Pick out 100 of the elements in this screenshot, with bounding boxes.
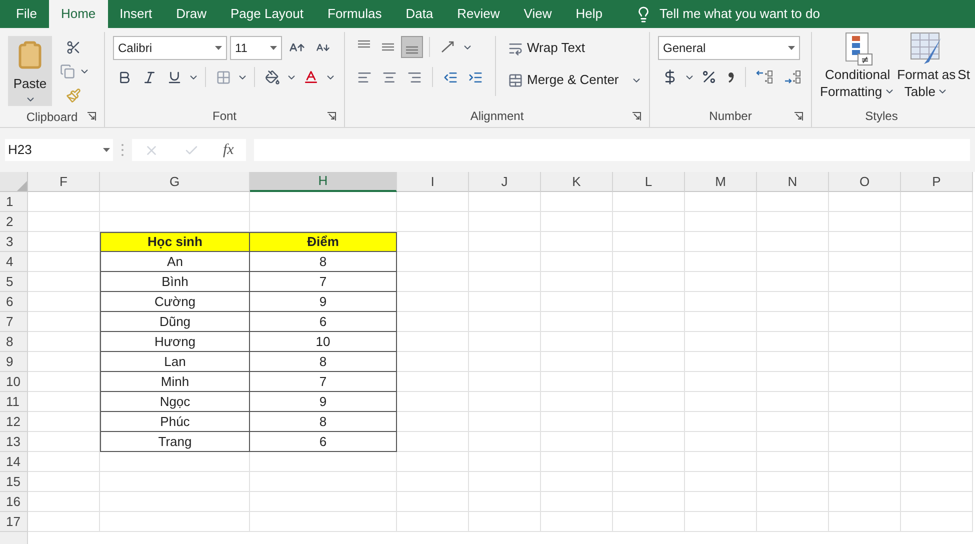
table-cell: 7: [250, 272, 397, 292]
font-size-dropdown[interactable]: 11: [230, 36, 282, 60]
menu-tab[interactable]: Home: [48, 0, 108, 28]
menu-tab[interactable]: File: [4, 0, 49, 28]
name-box[interactable]: H23: [5, 139, 113, 161]
empty-cell: [685, 292, 757, 312]
menu-tab[interactable]: Insert: [108, 0, 164, 28]
font-name-dropdown[interactable]: Calibri: [113, 36, 227, 60]
dropdown-caret-icon[interactable]: [788, 46, 795, 50]
column-header[interactable]: M: [685, 172, 757, 192]
column-header[interactable]: L: [613, 172, 685, 192]
empty-cell: [397, 272, 469, 292]
table-cell: 8: [250, 352, 397, 372]
empty-cell: [901, 212, 973, 232]
bottom-align-icon[interactable]: [401, 36, 423, 58]
dropdown-caret-icon[interactable]: [215, 46, 222, 50]
empty-cell: [901, 452, 973, 472]
empty-cell: [613, 492, 685, 512]
empty-cell: [829, 392, 901, 412]
empty-cell: [901, 512, 973, 532]
column-header[interactable]: F: [28, 172, 100, 192]
empty-cell: [901, 392, 973, 412]
empty-cell: [469, 352, 541, 372]
table-cell: Hương: [100, 332, 250, 352]
group-label: Alignment: [470, 110, 524, 122]
menu-tab[interactable]: Review: [445, 0, 512, 28]
empty-cell: [829, 292, 901, 312]
menu-tab[interactable]: Help: [564, 0, 614, 28]
row-header[interactable]: 16: [0, 492, 28, 512]
empty-cell: [685, 412, 757, 432]
empty-cell: [397, 512, 469, 532]
conditional-formatting-button[interactable]: Conditional Formatting: [820, 32, 896, 100]
row-header[interactable]: 7: [0, 312, 28, 332]
row-header[interactable]: 11: [0, 392, 28, 412]
empty-cell: [685, 252, 757, 272]
insert-function-button[interactable]: fx: [222, 138, 234, 162]
merge-center-button[interactable]: Merge & Center: [504, 68, 623, 92]
empty-cell: [613, 212, 685, 232]
menu-tab[interactable]: View: [512, 0, 564, 28]
number-format-dropdown[interactable]: General: [658, 36, 800, 60]
empty-cell: [541, 312, 613, 332]
row-header[interactable]: 6: [0, 292, 28, 312]
tell-me-search[interactable]: Tell me what you want to do: [660, 4, 820, 24]
table-brush-icon: [909, 32, 944, 66]
dialog-launcher-icon[interactable]: [632, 112, 641, 120]
empty-cell: [469, 272, 541, 292]
row-header[interactable]: 9: [0, 352, 28, 372]
menu-tab[interactable]: Page Layout: [218, 0, 316, 28]
row-header[interactable]: 8: [0, 332, 28, 352]
row-header[interactable]: 1: [0, 192, 28, 212]
empty-cell: [397, 432, 469, 452]
column-header[interactable]: J: [469, 172, 541, 192]
empty-cell: [397, 412, 469, 432]
row-header[interactable]: 17: [0, 512, 28, 532]
empty-cell: [829, 512, 901, 532]
wrap-text-button[interactable]: Wrap Text: [504, 36, 642, 60]
empty-cell: [397, 332, 469, 352]
empty-cell: [901, 232, 973, 252]
row-header[interactable]: 5: [0, 272, 28, 292]
row-header[interactable]: 3: [0, 232, 28, 252]
empty-cell: [901, 352, 973, 372]
empty-cell: [901, 252, 973, 272]
paste-button[interactable]: Paste: [8, 36, 52, 106]
dialog-launcher-icon[interactable]: [87, 112, 96, 121]
corner-triangle-icon: [17, 181, 27, 191]
empty-cell: [397, 492, 469, 512]
dropdown-caret-icon[interactable]: [103, 148, 110, 152]
dropdown-caret-icon[interactable]: [270, 46, 277, 50]
empty-cell: [613, 372, 685, 392]
empty-cell: [397, 292, 469, 312]
table-cell: Ngọc: [100, 392, 250, 412]
menu-tab[interactable]: Formulas: [316, 0, 394, 28]
column-header[interactable]: G: [100, 172, 250, 192]
row-header[interactable]: 10: [0, 372, 28, 392]
column-header[interactable]: O: [829, 172, 901, 192]
column-header[interactable]: P: [901, 172, 973, 192]
row-header[interactable]: 13: [0, 432, 28, 452]
menu-tab[interactable]: Data: [394, 0, 446, 28]
format-as-table-button[interactable]: Format as Table: [897, 32, 956, 100]
row-header[interactable]: 15: [0, 472, 28, 492]
empty-cell: [757, 312, 829, 332]
empty-cell: [613, 512, 685, 532]
row-header[interactable]: 14: [0, 452, 28, 472]
column-header[interactable]: H: [250, 172, 397, 192]
row-header[interactable]: 12: [0, 412, 28, 432]
empty-cell: [541, 252, 613, 272]
dialog-launcher-icon[interactable]: [327, 112, 336, 120]
column-header[interactable]: N: [757, 172, 829, 192]
group-label: Number: [709, 110, 752, 122]
row-header[interactable]: 4: [0, 252, 28, 272]
menu-tab[interactable]: Draw: [164, 0, 218, 28]
column-header[interactable]: I: [397, 172, 469, 192]
cell-styles-button[interactable]: St: [958, 32, 970, 105]
table-cell: Cường: [100, 292, 250, 312]
dialog-launcher-icon[interactable]: [794, 112, 803, 120]
empty-cell: [757, 492, 829, 512]
row-header[interactable]: 2: [0, 212, 28, 232]
empty-cell: [613, 352, 685, 372]
empty-cell: [901, 312, 973, 332]
column-header[interactable]: K: [541, 172, 613, 192]
